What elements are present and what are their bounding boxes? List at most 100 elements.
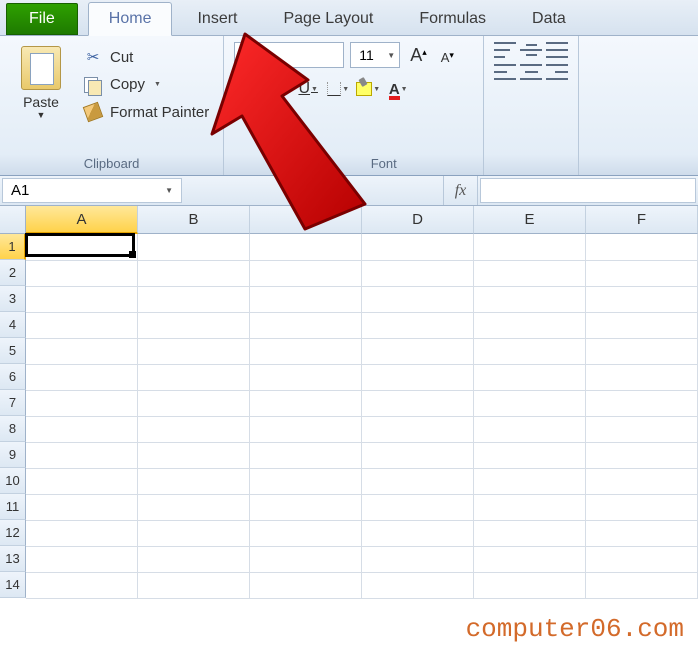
cell[interactable] <box>586 546 698 572</box>
cell[interactable] <box>138 312 250 338</box>
column-header[interactable]: F <box>586 206 698 234</box>
cell[interactable] <box>138 494 250 520</box>
cell[interactable] <box>250 390 362 416</box>
row-header[interactable]: 14 <box>0 572 26 598</box>
cell[interactable] <box>26 364 138 390</box>
row-header[interactable]: 12 <box>0 520 26 546</box>
row-header[interactable]: 3 <box>0 286 26 312</box>
cell[interactable] <box>362 260 474 286</box>
cell[interactable] <box>362 364 474 390</box>
cells-area[interactable] <box>26 234 698 654</box>
column-header[interactable]: D <box>362 206 474 234</box>
tab-home[interactable]: Home <box>88 2 173 36</box>
font-size-combo[interactable]: 11 ▼ <box>350 42 400 68</box>
cell[interactable] <box>362 442 474 468</box>
cell[interactable] <box>250 312 362 338</box>
cell[interactable] <box>250 494 362 520</box>
cell[interactable] <box>586 364 698 390</box>
cell[interactable] <box>362 312 474 338</box>
cell[interactable] <box>26 260 138 286</box>
row-header[interactable]: 7 <box>0 390 26 416</box>
cell[interactable] <box>26 338 138 364</box>
cell[interactable] <box>138 546 250 572</box>
select-all-corner[interactable] <box>0 206 26 234</box>
cell[interactable] <box>138 520 250 546</box>
column-header[interactable]: E <box>474 206 586 234</box>
cell[interactable] <box>138 338 250 364</box>
cell[interactable] <box>26 312 138 338</box>
cell[interactable] <box>586 260 698 286</box>
fill-color-button[interactable]: ▼ <box>354 76 382 102</box>
cell[interactable] <box>362 390 474 416</box>
format-painter-button[interactable]: Format Painter <box>80 101 213 123</box>
cell[interactable] <box>474 234 586 260</box>
cell[interactable] <box>26 520 138 546</box>
cell[interactable] <box>26 234 138 260</box>
font-name-combo[interactable]: ▼ <box>234 42 344 68</box>
cell[interactable] <box>586 234 698 260</box>
cell[interactable] <box>362 520 474 546</box>
cell[interactable] <box>250 234 362 260</box>
row-header[interactable]: 13 <box>0 546 26 572</box>
formula-input[interactable] <box>480 178 696 203</box>
align-bottom-button[interactable] <box>546 42 568 58</box>
cell[interactable] <box>138 572 250 598</box>
row-header[interactable]: 4 <box>0 312 26 338</box>
row-header[interactable]: 2 <box>0 260 26 286</box>
cell[interactable] <box>250 572 362 598</box>
row-header[interactable]: 5 <box>0 338 26 364</box>
cell[interactable] <box>586 312 698 338</box>
align-left-button[interactable] <box>494 64 516 80</box>
cell[interactable] <box>26 494 138 520</box>
cell[interactable] <box>250 546 362 572</box>
cell[interactable] <box>586 416 698 442</box>
name-box[interactable]: A1 ▼ <box>2 178 182 203</box>
cell[interactable] <box>474 338 586 364</box>
cell[interactable] <box>586 520 698 546</box>
cell[interactable] <box>26 390 138 416</box>
row-header[interactable]: 10 <box>0 468 26 494</box>
cell[interactable] <box>474 416 586 442</box>
tab-file[interactable]: File <box>6 3 78 35</box>
cell[interactable] <box>586 442 698 468</box>
cell[interactable] <box>250 364 362 390</box>
cell[interactable] <box>26 468 138 494</box>
bold-button[interactable]: B <box>234 76 262 102</box>
cell[interactable] <box>138 260 250 286</box>
cell[interactable] <box>586 572 698 598</box>
cell[interactable] <box>250 286 362 312</box>
cell[interactable] <box>474 520 586 546</box>
tab-insert[interactable]: Insert <box>176 2 258 35</box>
tab-formulas[interactable]: Formulas <box>398 2 507 35</box>
cell[interactable] <box>138 390 250 416</box>
borders-button[interactable]: ▼ <box>324 76 352 102</box>
cell[interactable] <box>138 442 250 468</box>
underline-button[interactable]: U▼ <box>294 76 322 102</box>
tab-page-layout[interactable]: Page Layout <box>262 2 394 35</box>
increase-font-button[interactable]: A▴ <box>406 43 431 68</box>
cell[interactable] <box>474 260 586 286</box>
cell[interactable] <box>362 286 474 312</box>
italic-button[interactable]: I <box>264 76 292 102</box>
cell[interactable] <box>138 468 250 494</box>
cell[interactable] <box>586 286 698 312</box>
cell[interactable] <box>250 260 362 286</box>
cell[interactable] <box>474 364 586 390</box>
row-header[interactable]: 9 <box>0 442 26 468</box>
cell[interactable] <box>250 520 362 546</box>
cell[interactable] <box>474 494 586 520</box>
cell[interactable] <box>26 286 138 312</box>
fx-icon[interactable]: fx <box>444 176 478 205</box>
cell[interactable] <box>138 364 250 390</box>
cell[interactable] <box>474 468 586 494</box>
cell[interactable] <box>586 338 698 364</box>
cell[interactable] <box>586 468 698 494</box>
cell[interactable] <box>138 416 250 442</box>
align-right-button[interactable] <box>546 64 568 80</box>
cell[interactable] <box>362 546 474 572</box>
cell[interactable] <box>474 286 586 312</box>
row-header[interactable]: 8 <box>0 416 26 442</box>
cell[interactable] <box>474 390 586 416</box>
row-header[interactable]: 11 <box>0 494 26 520</box>
cell[interactable] <box>362 234 474 260</box>
